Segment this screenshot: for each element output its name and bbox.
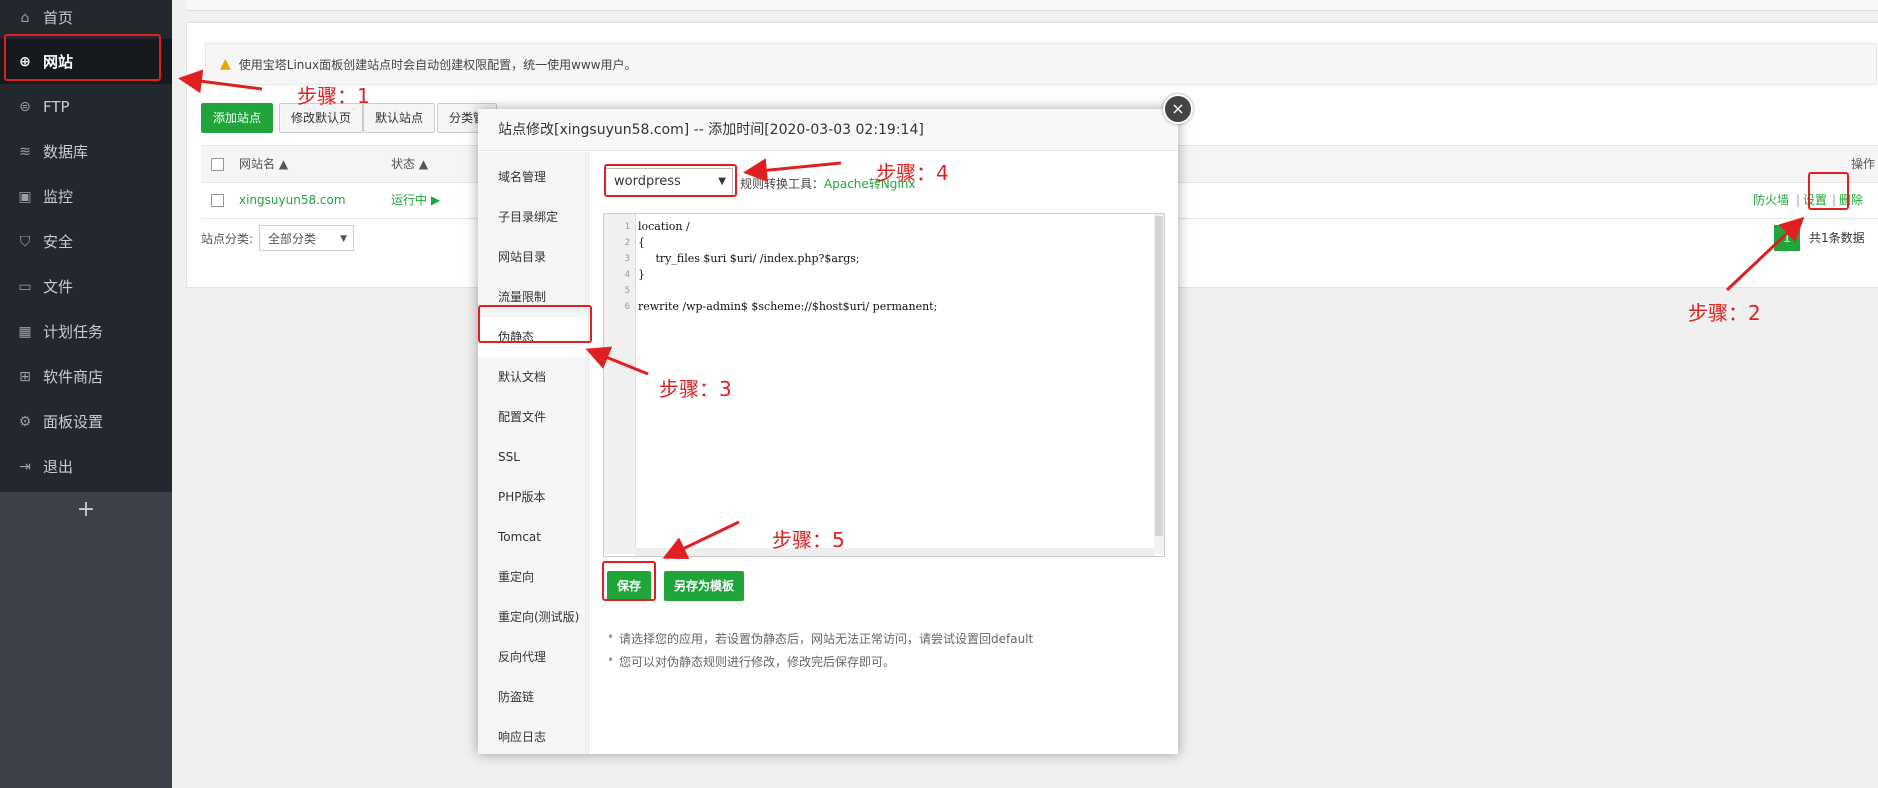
- step-label-5: 步骤：5: [772, 528, 845, 552]
- step-label-3: 步骤：3: [659, 377, 732, 401]
- step-label-2: 步骤：2: [1688, 301, 1761, 325]
- arrow-step-4: [743, 158, 842, 183]
- arrow-step-1: [178, 69, 263, 94]
- step-label-1: 步骤：1: [297, 84, 370, 108]
- arrow-step-3: [585, 346, 649, 376]
- arrow-step-2: [1725, 216, 1805, 292]
- step-label-4: 步骤：4: [876, 161, 949, 185]
- annotation-arrows: [178, 69, 1805, 560]
- arrow-step-5: [662, 520, 740, 560]
